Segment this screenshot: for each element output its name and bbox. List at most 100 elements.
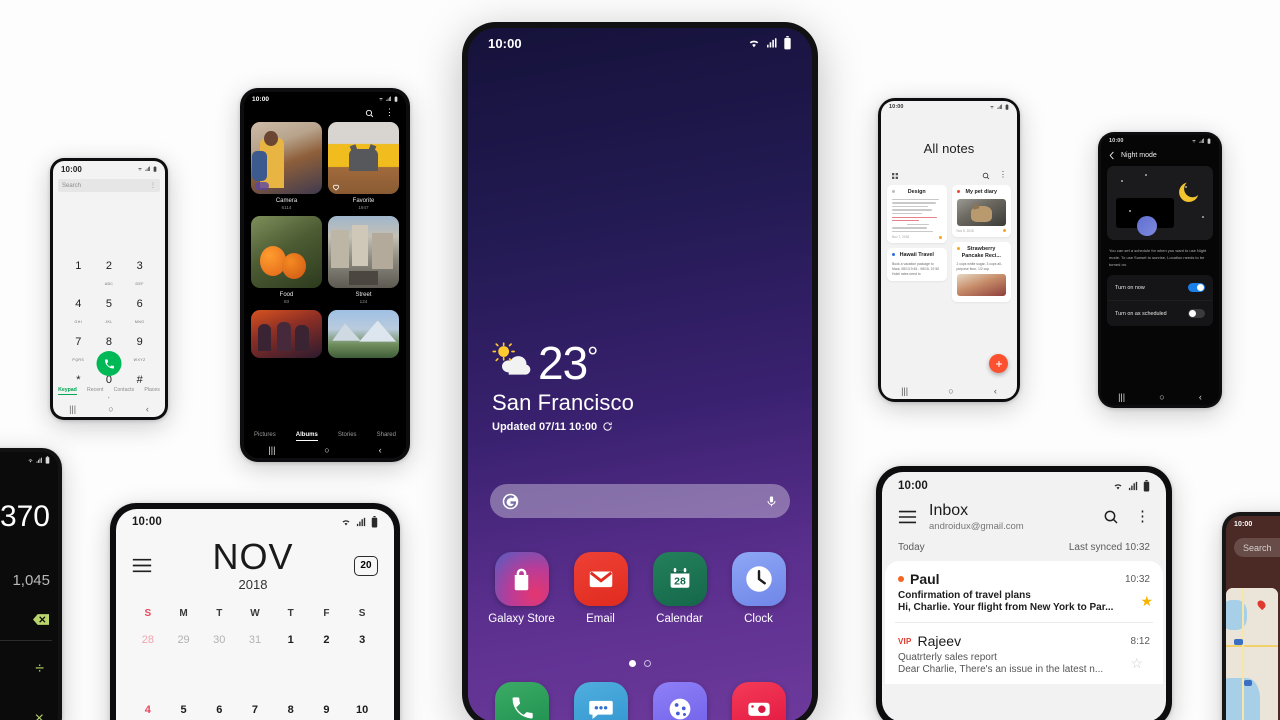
today-badge[interactable]: 20: [353, 555, 378, 576]
star-icon-filled[interactable]: ★: [1140, 593, 1153, 610]
dialer-search-field[interactable]: Search ⋮: [58, 179, 160, 192]
calendar-day[interactable]: 4: [130, 698, 166, 720]
dock-app-phone[interactable]: [482, 682, 561, 720]
recents-icon[interactable]: |||: [69, 404, 76, 414]
dialer-tab-places[interactable]: Places: [144, 387, 160, 395]
chevron-left-icon[interactable]: [1109, 151, 1115, 160]
calendar-day[interactable]: 28: [130, 628, 166, 698]
gallery-album-item[interactable]: Favorite 1947: [328, 122, 399, 210]
home-icon[interactable]: ○: [948, 386, 953, 396]
microphone-icon[interactable]: [765, 493, 778, 510]
more-vertical-icon[interactable]: ⋮: [385, 108, 394, 118]
more-vertical-icon[interactable]: ⋮: [999, 171, 1007, 180]
dial-key[interactable]: 6 MNO: [124, 299, 155, 328]
note-card[interactable]: Strawberry Pancake Reci... 2 cups white …: [951, 241, 1011, 303]
gallery-album-item[interactable]: [328, 310, 399, 358]
gallery-tab-pictures[interactable]: Pictures: [254, 432, 276, 441]
gallery-album-item[interactable]: Food 83: [251, 216, 322, 304]
heart-icon: [332, 184, 340, 191]
backspace-icon[interactable]: [33, 614, 49, 625]
search-icon[interactable]: [365, 109, 374, 118]
hamburger-icon[interactable]: [132, 558, 152, 573]
note-card[interactable]: Hawaii Travel Book a vacation package to…: [887, 248, 947, 282]
gallery-album-item[interactable]: Street 124: [328, 216, 399, 304]
refresh-icon[interactable]: [602, 421, 613, 432]
recents-icon[interactable]: |||: [268, 445, 275, 455]
more-vertical-icon[interactable]: ⋮: [1135, 509, 1150, 523]
star-icon-outline[interactable]: ☆: [1130, 655, 1143, 672]
note-date: Nov 5, 2018: [956, 228, 974, 233]
dial-key[interactable]: 1: [63, 261, 94, 290]
note-card[interactable]: Design Nov 7, 2018: [887, 185, 947, 244]
page-dot[interactable]: [644, 660, 651, 667]
dock-app-contacts[interactable]: [640, 682, 719, 720]
recents-icon[interactable]: |||: [901, 386, 908, 396]
recents-icon[interactable]: |||: [1118, 392, 1125, 402]
hamburger-icon[interactable]: [898, 510, 917, 524]
add-note-fab[interactable]: [989, 354, 1008, 373]
album-thumbnail: [328, 216, 399, 288]
gallery-tab-stories[interactable]: Stories: [338, 432, 357, 441]
dial-key[interactable]: 9 WXYZ: [124, 337, 155, 366]
dial-key[interactable]: 3 DEF: [124, 261, 155, 290]
calendar-day[interactable]: 2: [309, 628, 345, 698]
calendar-day[interactable]: 8: [273, 698, 309, 720]
search-icon[interactable]: [982, 172, 990, 180]
more-vertical-icon[interactable]: ⋮: [150, 182, 156, 189]
calendar-day[interactable]: 31: [237, 628, 273, 698]
back-icon[interactable]: ‹: [146, 404, 149, 414]
email-row[interactable]: VIP Rajeev 8:12 Quatrterly sales report …: [895, 622, 1153, 684]
gallery-album-item[interactable]: Camera 6114: [251, 122, 322, 210]
gallery-album-item[interactable]: [251, 310, 322, 358]
email-row[interactable]: Paul 10:32 Confirmation of travel plans …: [885, 561, 1163, 622]
dock-app-messages[interactable]: [561, 682, 640, 720]
maps-search-field[interactable]: Search: [1234, 538, 1280, 557]
toggle-turn-on-now[interactable]: [1188, 283, 1205, 293]
app-galaxy-store[interactable]: Galaxy Store: [482, 552, 561, 627]
dialer-tab-keypad[interactable]: Keypad: [58, 387, 77, 395]
calendar-day[interactable]: 30: [201, 628, 237, 698]
calendar-day[interactable]: 1: [273, 628, 309, 698]
google-search-bar[interactable]: [490, 484, 790, 518]
search-icon[interactable]: [1103, 509, 1119, 525]
calendar-day[interactable]: 6: [201, 698, 237, 720]
gallery-tab-shared[interactable]: Shared: [377, 432, 396, 441]
page-dot-active[interactable]: [629, 660, 636, 667]
calendar-day[interactable]: 7: [237, 698, 273, 720]
phone-home-screen: 10:00 23 ° San Francisco Updated 07/11 1…: [462, 22, 818, 720]
back-icon[interactable]: ‹: [379, 445, 382, 455]
calendar-day[interactable]: 3: [344, 628, 380, 698]
calendar-day[interactable]: 29: [166, 628, 202, 698]
home-icon[interactable]: ○: [1159, 392, 1164, 402]
weather-widget[interactable]: 23 ° San Francisco Updated 07/11 10:00: [492, 340, 634, 433]
map-thumbnail[interactable]: [1226, 588, 1278, 720]
toggle-turn-on-scheduled[interactable]: [1188, 309, 1205, 319]
grid-view-icon[interactable]: [891, 172, 899, 180]
night-option-row[interactable]: Turn on as scheduled: [1107, 300, 1213, 326]
app-clock[interactable]: Clock: [719, 552, 798, 627]
back-icon[interactable]: ‹: [1199, 392, 1202, 402]
dock-app-camera[interactable]: [719, 682, 798, 720]
night-option-row[interactable]: Turn on now: [1107, 275, 1213, 300]
home-icon[interactable]: ○: [324, 445, 329, 455]
dial-key[interactable]: 7 PQRS: [63, 337, 94, 366]
calc-operator-multiply[interactable]: ×: [35, 710, 44, 720]
calc-operator-divide[interactable]: ÷: [35, 660, 44, 678]
calendar-day[interactable]: 9: [309, 698, 345, 720]
gallery-toolbar: ⋮: [244, 106, 406, 122]
app-calendar[interactable]: 28 Calendar: [640, 552, 719, 627]
calendar-day[interactable]: 10: [344, 698, 380, 720]
dial-key[interactable]: 4 GHI: [63, 299, 94, 328]
dial-key[interactable]: 2 ABC: [94, 261, 125, 290]
dial-key[interactable]: 5 JKL: [94, 299, 125, 328]
calendar-day[interactable]: 5: [166, 698, 202, 720]
home-icon[interactable]: ○: [108, 404, 113, 414]
back-icon[interactable]: ‹: [994, 386, 997, 396]
call-button[interactable]: [96, 351, 122, 376]
dialer-tab-recent[interactable]: Recent: [87, 387, 103, 395]
app-email[interactable]: Email: [561, 552, 640, 627]
gallery-tab-albums[interactable]: Albums: [296, 432, 318, 441]
note-card[interactable]: My pet diary Nov 5, 2018: [951, 185, 1011, 237]
dialer-tab-contacts[interactable]: Contacts: [114, 387, 134, 395]
email-preview: Dear Charlie, There's an issue in the la…: [898, 664, 1104, 676]
